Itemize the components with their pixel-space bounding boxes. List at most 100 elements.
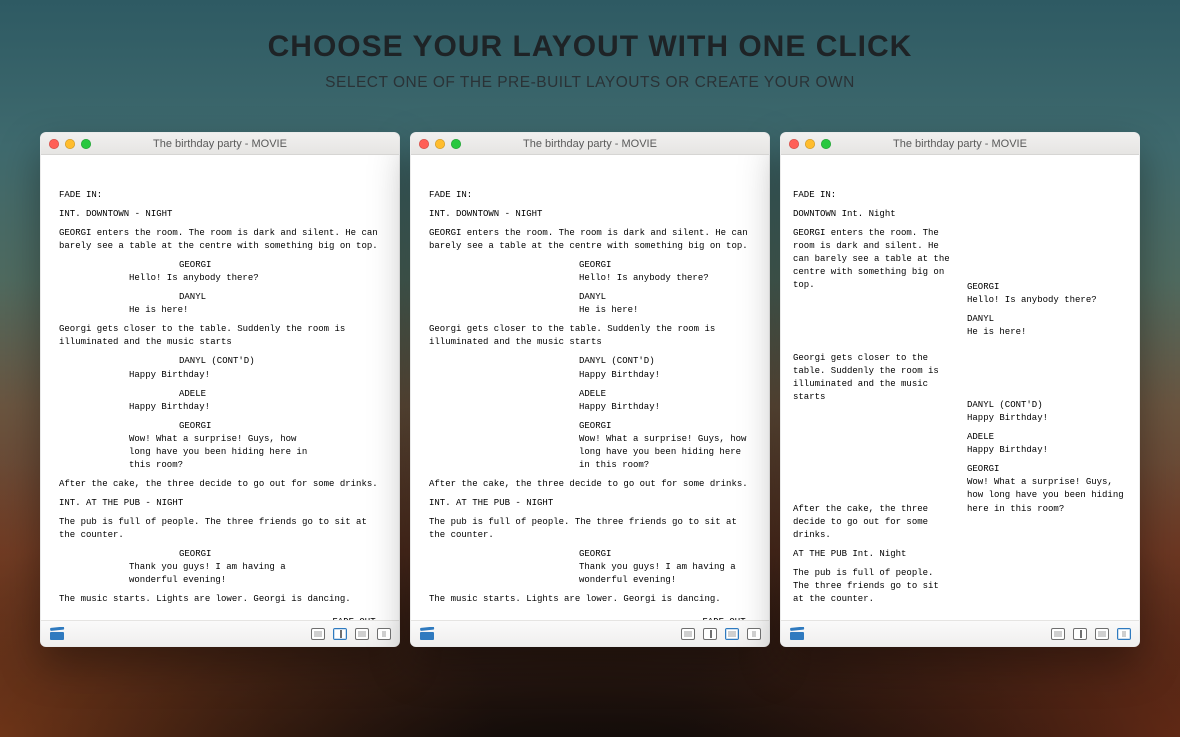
character: ADELE (967, 431, 1127, 444)
scene-heading: DOWNTOWN Int. Night (793, 208, 953, 221)
character: DANYL (CONT'D) (579, 355, 751, 368)
hero-title: CHOOSE YOUR LAYOUT WITH ONE CLICK (0, 30, 1180, 64)
scene-heading: AT THE PUB Int. Night (793, 548, 953, 561)
window-layout-c: The birthday party - MOVIE FADE IN: DOWN… (780, 132, 1140, 647)
hero-subtitle: SELECT ONE OF THE PRE-BUILT LAYOUTS OR C… (0, 74, 1180, 92)
window-title: The birthday party - MOVIE (781, 138, 1139, 150)
character: GEORGI (179, 420, 381, 433)
left-column: FADE IN: DOWNTOWN Int. Night GEORGI ente… (793, 183, 953, 612)
layout-twocol-button[interactable] (355, 628, 369, 640)
titlebar[interactable]: The birthday party - MOVIE (411, 133, 769, 155)
dialogue: Hello! Is anybody there? (129, 272, 319, 285)
action: GEORGI enters the room. The room is dark… (429, 227, 749, 253)
character: ADELE (179, 388, 381, 401)
action: The pub is full of people. The three fri… (793, 567, 953, 606)
dialogue: Happy Birthday! (967, 412, 1127, 425)
clapperboard-icon[interactable] (419, 627, 435, 641)
dialogue: Wow! What a surprise! Guys, how long hav… (967, 476, 1127, 515)
traffic-lights (419, 139, 461, 149)
dialogue: Happy Birthday! (967, 444, 1127, 457)
window-footer (41, 620, 399, 646)
layout-split-button[interactable] (703, 628, 717, 640)
traffic-lights (49, 139, 91, 149)
dialogue: He is here! (967, 326, 1127, 339)
close-icon[interactable] (789, 139, 799, 149)
close-icon[interactable] (49, 139, 59, 149)
action: GEORGI enters the room. The room is dark… (59, 227, 379, 253)
character: DANYL (179, 291, 381, 304)
scene-heading: INT. DOWNTOWN - NIGHT (429, 208, 751, 221)
fade-in: FADE IN: (793, 189, 953, 202)
windows-stage: The birthday party - MOVIE FADE IN: INT.… (0, 100, 1180, 647)
layout-split-button[interactable] (333, 628, 347, 640)
script-page: FADE IN: INT. DOWNTOWN - NIGHT GEORGI en… (41, 155, 399, 620)
zoom-icon[interactable] (81, 139, 91, 149)
character: GEORGI (967, 281, 1127, 294)
layout-switcher (1051, 628, 1131, 640)
character: GEORGI (179, 259, 381, 272)
character: DANYL (CONT'D) (967, 399, 1127, 412)
layout-twocol-button[interactable] (725, 628, 739, 640)
character: ADELE (579, 388, 751, 401)
layout-full-button[interactable] (681, 628, 695, 640)
dialogue: He is here! (129, 304, 319, 317)
window-title: The birthday party - MOVIE (41, 138, 399, 150)
clapperboard-icon[interactable] (789, 627, 805, 641)
action: Georgi gets closer to the table. Suddenl… (429, 323, 749, 349)
close-icon[interactable] (419, 139, 429, 149)
action: The music starts. Lights are lower. Geor… (59, 593, 379, 606)
fade-in: FADE IN: (59, 189, 381, 202)
minimize-icon[interactable] (435, 139, 445, 149)
window-footer (781, 620, 1139, 646)
character: DANYL (967, 313, 1127, 326)
script-page: FADE IN: DOWNTOWN Int. Night GEORGI ente… (781, 155, 1139, 620)
action: Georgi gets closer to the table. Suddenl… (59, 323, 379, 349)
layout-full-button[interactable] (1051, 628, 1065, 640)
dialogue: He is here! (579, 304, 751, 317)
layout-split-button[interactable] (1073, 628, 1087, 640)
dialogue: Hello! Is anybody there? (967, 294, 1127, 307)
right-column: GEORGI Hello! Is anybody there? DANYL He… (967, 183, 1127, 612)
layout-switcher (681, 628, 761, 640)
dialogue: Wow! What a surprise! Guys, how long hav… (129, 433, 319, 472)
dialogue: Happy Birthday! (579, 401, 751, 414)
titlebar[interactable]: The birthday party - MOVIE (41, 133, 399, 155)
hero: CHOOSE YOUR LAYOUT WITH ONE CLICK SELECT… (0, 0, 1180, 100)
dialogue: Thank you guys! I am having a wonderful … (129, 561, 319, 587)
dialogue: Happy Birthday! (579, 369, 751, 382)
layout-twocol-button[interactable] (1095, 628, 1109, 640)
scene-heading: INT. AT THE PUB - NIGHT (429, 497, 751, 510)
layout-narrow-button[interactable] (1117, 628, 1131, 640)
window-footer (411, 620, 769, 646)
scene-heading: INT. AT THE PUB - NIGHT (59, 497, 381, 510)
minimize-icon[interactable] (65, 139, 75, 149)
action: Georgi gets closer to the table. Suddenl… (793, 352, 953, 404)
scene-heading: INT. DOWNTOWN - NIGHT (59, 208, 381, 221)
character: GEORGI (179, 548, 381, 561)
window-layout-a: The birthday party - MOVIE FADE IN: INT.… (40, 132, 400, 647)
character: GEORGI (579, 259, 751, 272)
character: GEORGI (579, 420, 751, 433)
zoom-icon[interactable] (821, 139, 831, 149)
layout-narrow-button[interactable] (377, 628, 391, 640)
action: The pub is full of people. The three fri… (59, 516, 379, 542)
minimize-icon[interactable] (805, 139, 815, 149)
fade-in: FADE IN: (429, 189, 751, 202)
titlebar[interactable]: The birthday party - MOVIE (781, 133, 1139, 155)
layout-switcher (311, 628, 391, 640)
character: DANYL (CONT'D) (179, 355, 381, 368)
character: GEORGI (579, 548, 751, 561)
zoom-icon[interactable] (451, 139, 461, 149)
dialogue: Thank you guys! I am having a wonderful … (579, 561, 751, 587)
window-layout-b: The birthday party - MOVIE FADE IN: INT.… (410, 132, 770, 647)
action: GEORGI enters the room. The room is dark… (793, 227, 953, 292)
clapperboard-icon[interactable] (49, 627, 65, 641)
script-page: FADE IN: INT. DOWNTOWN - NIGHT GEORGI en… (411, 155, 769, 620)
action: After the cake, the three decide to go o… (429, 478, 749, 491)
character: DANYL (579, 291, 751, 304)
character: GEORGI (967, 463, 1127, 476)
layout-narrow-button[interactable] (747, 628, 761, 640)
action: The pub is full of people. The three fri… (429, 516, 749, 542)
action: The music starts. Lights are lower. Geor… (429, 593, 749, 606)
layout-full-button[interactable] (311, 628, 325, 640)
